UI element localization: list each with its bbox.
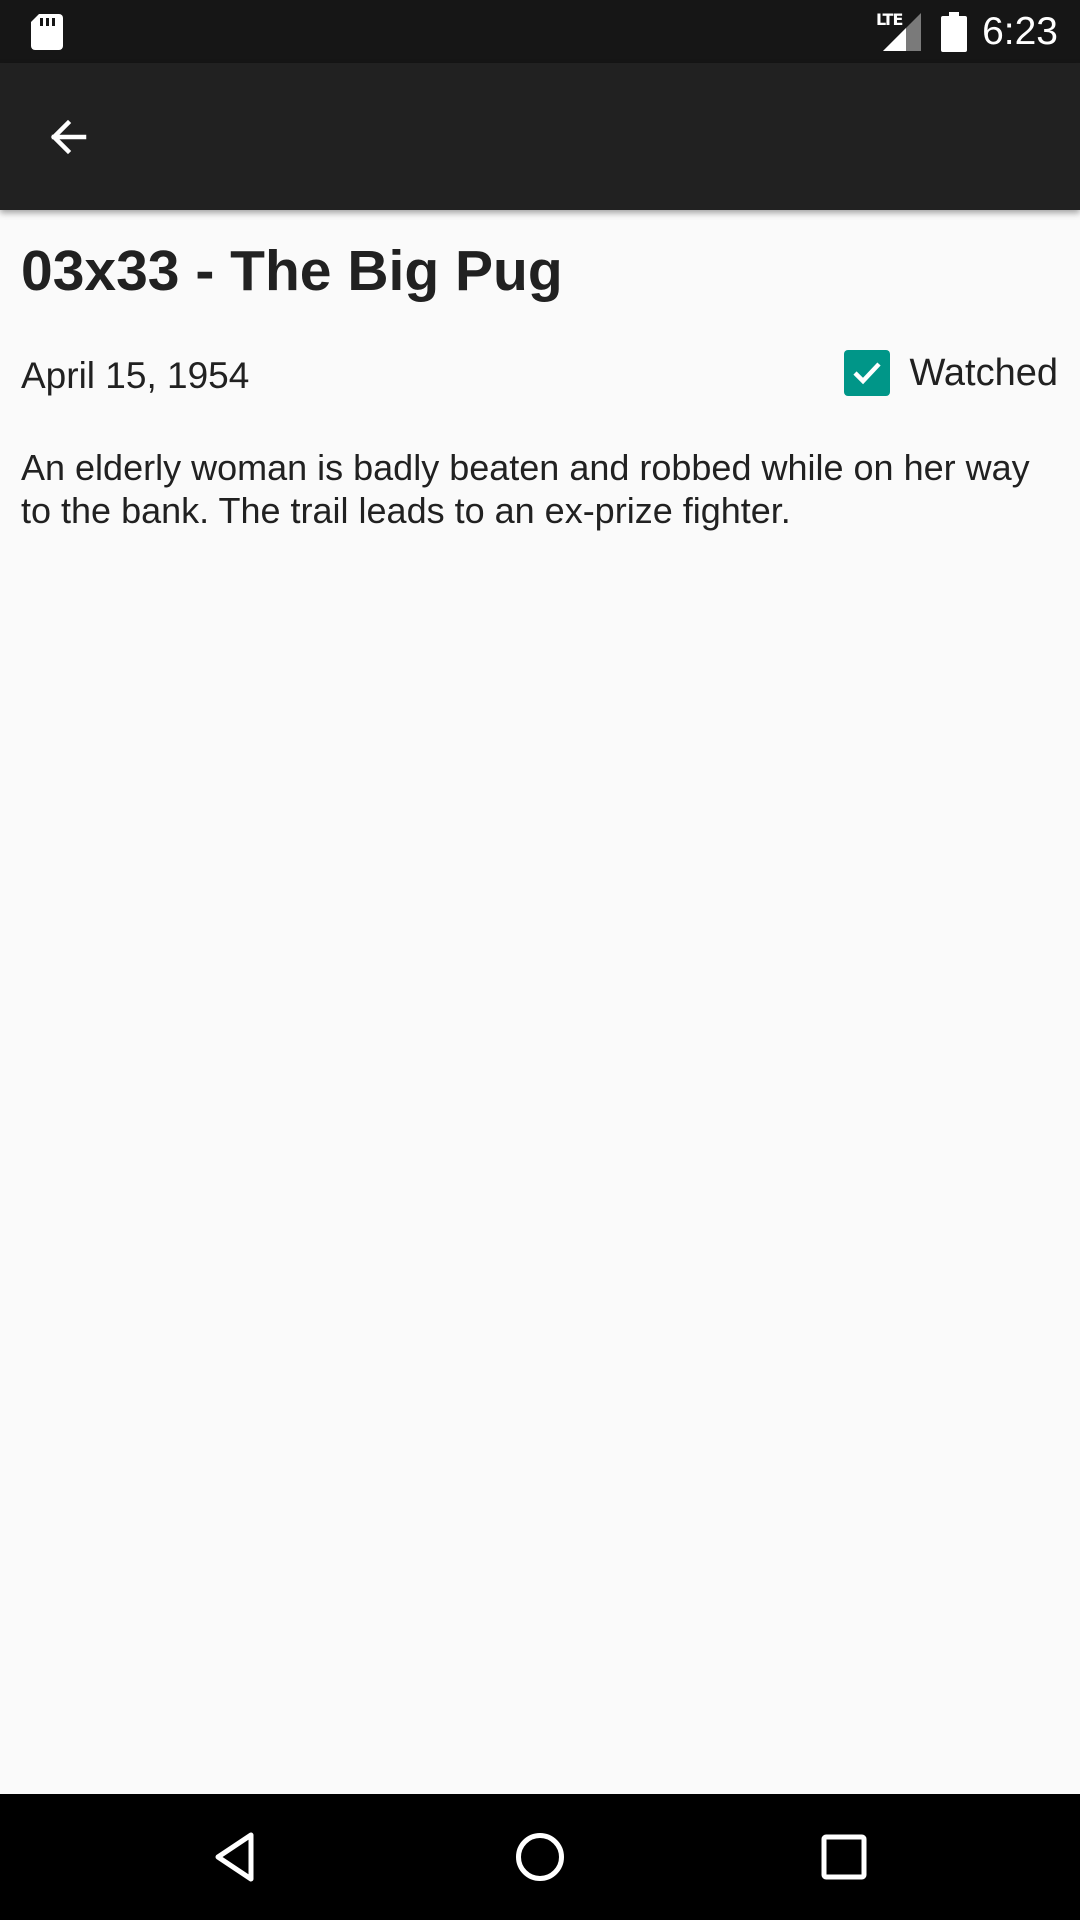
checkbox-checked-icon[interactable] — [844, 350, 891, 396]
nav-home-button[interactable] — [500, 1817, 580, 1897]
back-triangle-icon — [215, 1832, 254, 1882]
app-toolbar — [0, 63, 1080, 210]
battery-icon — [941, 12, 967, 52]
arrow-back-icon — [50, 119, 87, 155]
episode-title: 03x33 - The Big Pug — [21, 239, 563, 303]
home-circle-icon — [516, 1833, 564, 1881]
checkmark-icon — [853, 362, 882, 385]
watched-label: Watched — [909, 352, 1058, 394]
air-date: April 15, 1954 — [21, 355, 250, 396]
watched-checkbox[interactable]: Watched — [844, 350, 1058, 396]
status-clock: 6:23 — [982, 10, 1058, 53]
back-button[interactable] — [32, 101, 104, 173]
episode-overview: An elderly woman is badly beaten and rob… — [21, 447, 1030, 531]
signal-icon — [883, 13, 921, 51]
system-nav-bar — [0, 1794, 1080, 1920]
sd-card-icon — [31, 14, 63, 50]
nav-recents-button[interactable] — [804, 1817, 884, 1897]
recents-square-icon — [821, 1834, 867, 1880]
nav-back-button[interactable] — [196, 1817, 276, 1897]
status-bar: LTE 6:23 — [0, 0, 1080, 63]
